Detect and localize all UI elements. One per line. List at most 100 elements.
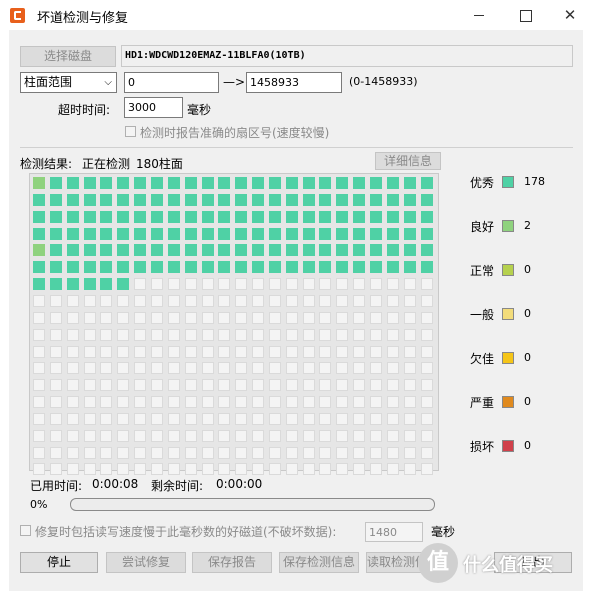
- grid-cell: [218, 412, 231, 425]
- grid-cell: [83, 210, 96, 223]
- grid-cell: [420, 294, 433, 307]
- legend-count: 0: [524, 395, 531, 408]
- grid-cell: [83, 311, 96, 324]
- grid-cell: [167, 244, 180, 257]
- grid-cell: [370, 412, 382, 425]
- grid-cell: [336, 177, 349, 189]
- grid-cell: [201, 345, 214, 358]
- grid-cell: [167, 210, 180, 223]
- grid-cell: [83, 261, 96, 274]
- grid-cell: [184, 412, 197, 425]
- grid-cell: [83, 294, 96, 307]
- repair-threshold-input[interactable]: 1480: [365, 522, 423, 542]
- grid-cell: [302, 412, 315, 425]
- repair-slow-checkbox[interactable]: [20, 525, 31, 536]
- grid-cell: [302, 396, 315, 409]
- timeout-input[interactable]: 3000: [124, 97, 183, 118]
- detail-info-button[interactable]: 详细信息: [375, 152, 441, 170]
- legend-count: 2: [524, 219, 531, 232]
- grid-cell: [66, 227, 79, 240]
- range-start-input[interactable]: 0: [124, 72, 219, 93]
- grid-cell: [49, 227, 62, 240]
- grid-cell: [285, 311, 298, 324]
- try-repair-button[interactable]: 尝试修复: [106, 552, 186, 573]
- grid-cell: [252, 446, 265, 459]
- legend-label: 损坏: [470, 440, 495, 454]
- grid-cell: [370, 328, 382, 341]
- grid-cell: [319, 227, 332, 240]
- legend-label: 良好: [470, 220, 495, 234]
- grid-cell: [83, 396, 96, 409]
- grid-cell: [117, 294, 130, 307]
- grid-cell: [386, 396, 399, 409]
- grid-cell: [134, 177, 147, 189]
- grid-cell: [150, 345, 163, 358]
- grid-cell: [235, 429, 248, 442]
- grid-cell: [201, 278, 214, 291]
- grid-cell: [134, 227, 147, 240]
- grid-cell: [386, 446, 399, 459]
- remaining-value: 0:00:00: [216, 477, 263, 491]
- repair-slow-label: 修复时包括读写速度慢于此毫秒数的好磁道(不破坏数据):: [35, 525, 337, 539]
- grid-cell: [184, 261, 197, 274]
- grid-cell: [100, 244, 113, 257]
- save-report-button[interactable]: 保存报告: [192, 552, 272, 573]
- grid-cell: [319, 328, 332, 341]
- grid-cell: [386, 244, 399, 257]
- grid-cell: [218, 311, 231, 324]
- grid-cell: [134, 261, 147, 274]
- select-disk-button[interactable]: 选择磁盘: [20, 46, 116, 67]
- grid-cell: [336, 193, 349, 206]
- stop-button[interactable]: 停止: [20, 552, 98, 573]
- grid-cell: [83, 379, 96, 392]
- grid-cell: [252, 227, 265, 240]
- grid-cell: [49, 345, 62, 358]
- grid-cell: [134, 396, 147, 409]
- grid-cell: [268, 446, 281, 459]
- legend-swatch: [502, 264, 514, 276]
- grid-cell: [268, 328, 281, 341]
- grid-cell: [66, 362, 79, 375]
- grid-cell: [268, 345, 281, 358]
- grid-cell: [100, 328, 113, 341]
- grid-cell: [386, 311, 399, 324]
- grid-cell: [49, 311, 62, 324]
- maximize-button[interactable]: [502, 0, 548, 30]
- grid-cell: [117, 177, 130, 189]
- grid-cell: [386, 362, 399, 375]
- report-sector-checkbox[interactable]: [125, 126, 136, 137]
- grid-cell: [370, 227, 382, 240]
- legend-label: 优秀: [470, 176, 495, 190]
- grid-cell: [83, 278, 96, 291]
- timeout-unit: 毫秒: [187, 103, 212, 117]
- grid-cell: [201, 362, 214, 375]
- minimize-button[interactable]: [456, 0, 502, 30]
- grid-cell: [420, 177, 433, 189]
- grid-cell: [184, 210, 197, 223]
- grid-cell: [100, 311, 113, 324]
- grid-cell: [319, 412, 332, 425]
- grid-cell: [420, 362, 433, 375]
- grid-cell: [386, 379, 399, 392]
- grid-cell: [353, 244, 366, 257]
- chevron-down-icon: ⌵: [104, 77, 112, 88]
- grid-cell: [100, 345, 113, 358]
- close-button[interactable]: ✕: [547, 0, 593, 30]
- grid-cell: [319, 210, 332, 223]
- grid-cell: [83, 362, 96, 375]
- grid-cell: [252, 294, 265, 307]
- save-info-button[interactable]: 保存检测信息: [279, 552, 359, 573]
- legend-count: 0: [524, 307, 531, 320]
- grid-cell: [302, 193, 315, 206]
- grid-cell: [353, 193, 366, 206]
- grid-cell: [218, 278, 231, 291]
- grid-cell: [353, 328, 366, 341]
- range-mode-select[interactable]: 柱面范围 ⌵: [20, 72, 117, 93]
- grid-cell: [336, 261, 349, 274]
- legend-swatch: [502, 308, 514, 320]
- grid-cell: [134, 193, 147, 206]
- range-end-input[interactable]: 1458933: [246, 72, 342, 93]
- grid-cell: [49, 379, 62, 392]
- grid-cell: [184, 227, 197, 240]
- grid-cell: [268, 412, 281, 425]
